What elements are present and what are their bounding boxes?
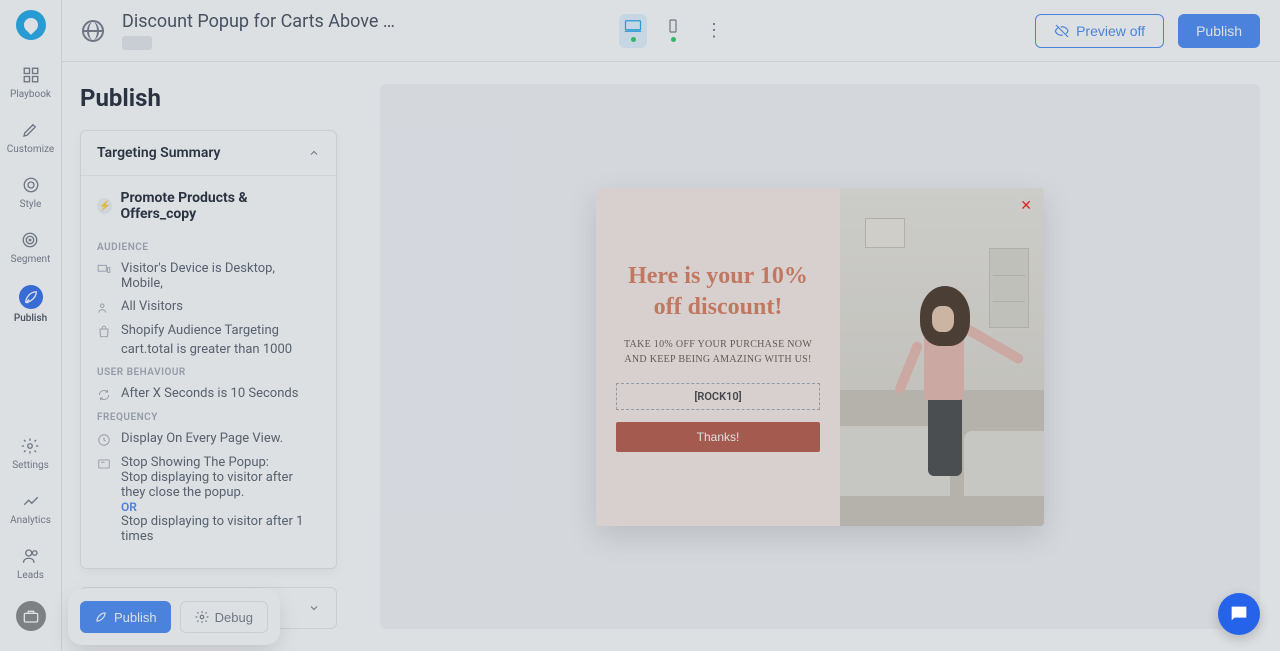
rail-customize[interactable]: Customize: [7, 120, 54, 155]
popup-content: Here is your 10% off discount! Take 10% …: [596, 188, 840, 526]
promo-name: Promote Products & Offers_copy: [120, 190, 320, 222]
or-label: OR: [121, 500, 320, 514]
chat-fab[interactable]: [1218, 593, 1260, 635]
publish-panel: Publish Targeting Summary ⚡ Promote Prod…: [62, 62, 355, 651]
popup-title: Here is your 10% off discount!: [616, 261, 820, 323]
promo-row: ⚡ Promote Products & Offers_copy: [97, 176, 320, 232]
audience-shopify-line: Shopify Audience Targeting cart.total is…: [97, 323, 320, 357]
rail-label: Segment: [11, 254, 51, 265]
popup-subtitle: Take 10% off your purchase now and keep …: [616, 337, 820, 367]
grid-icon: [21, 65, 41, 85]
device-switcher: ⋮: [619, 14, 723, 48]
app-logo[interactable]: [16, 10, 46, 40]
top-bar: Discount Popup for Carts Above a Sp... ⋮…: [62, 0, 1280, 62]
gear-icon: [20, 436, 40, 456]
preview-off-button[interactable]: Preview off: [1035, 14, 1164, 48]
palette-icon: [21, 175, 41, 195]
audience-device-line: Visitor's Device is Desktop, Mobile,: [97, 261, 320, 291]
title-status: [122, 36, 152, 50]
publish-button-top[interactable]: Publish: [1178, 14, 1260, 48]
frequency-display-line: Display On Every Page View.: [97, 431, 320, 447]
debug-button[interactable]: Debug: [180, 601, 268, 633]
line-text: After X Seconds is 10 Seconds: [121, 386, 298, 401]
clock-icon: [97, 433, 111, 447]
rail-style[interactable]: Style: [20, 175, 42, 210]
frequency-stop-line: Stop Showing The Popup: Stop displaying …: [97, 455, 320, 544]
device-desktop[interactable]: [619, 14, 647, 48]
target-icon: [20, 230, 40, 250]
rail-leads[interactable]: Leads: [17, 546, 44, 581]
line-sub: Stop displaying to visitor after 1 times: [121, 514, 320, 544]
users-icon: [97, 301, 111, 315]
chevron-up-icon: [308, 147, 320, 159]
devices-icon: [97, 263, 111, 277]
rail-playbook[interactable]: Playbook: [10, 65, 51, 100]
status-dot: [631, 37, 636, 42]
line-text: Display On Every Page View.: [121, 431, 283, 446]
rail-segment[interactable]: Segment: [11, 230, 51, 265]
line-text: Visitor's Device is Desktop, Mobile,: [121, 261, 320, 291]
chat-icon: [1228, 603, 1250, 625]
targeting-card: Targeting Summary ⚡ Promote Products & O…: [80, 130, 337, 569]
gear-icon: [195, 610, 209, 624]
globe-icon[interactable]: [82, 20, 104, 42]
rocket-icon: [19, 285, 43, 309]
button-label: Publish: [114, 610, 157, 625]
panel-heading: Publish: [80, 84, 337, 112]
line-text: All Visitors: [121, 299, 183, 314]
popup-close-icon[interactable]: ✕: [1020, 198, 1032, 214]
refresh-icon: [97, 388, 111, 402]
audience-all-line: All Visitors: [97, 299, 320, 315]
button-label: Publish: [1196, 23, 1242, 39]
rail-label: Settings: [12, 460, 49, 471]
chart-icon: [21, 491, 41, 511]
behaviour-after-line: After X Seconds is 10 Seconds: [97, 386, 320, 402]
popup-image: [840, 188, 1044, 526]
line-sub: Stop displaying to visitor after they cl…: [121, 470, 320, 500]
audience-label: AUDIENCE: [97, 242, 320, 253]
rail-analytics[interactable]: Analytics: [10, 491, 51, 526]
rail-label: Playbook: [10, 89, 51, 100]
bottom-publish-bar: Publish Debug: [72, 593, 276, 641]
left-rail: Playbook Customize Style Segment Publish…: [0, 0, 62, 651]
users-icon: [21, 546, 41, 566]
rail-label: Style: [20, 199, 42, 210]
rail-publish[interactable]: Publish: [14, 285, 47, 324]
rail-label: Analytics: [10, 515, 51, 526]
device-mobile[interactable]: [659, 14, 687, 48]
rail-label: Leads: [17, 570, 44, 581]
publish-button-bottom[interactable]: Publish: [80, 601, 171, 633]
preview-canvas: Here is your 10% off discount! Take 10% …: [380, 84, 1260, 629]
line-text: Stop Showing The Popup:: [121, 455, 320, 470]
line-text: Shopify Audience Targeting: [121, 323, 292, 338]
button-label: Debug: [215, 610, 253, 625]
bag-icon: [97, 325, 111, 339]
chevron-down-icon: [308, 602, 320, 614]
popup-code[interactable]: [ROCK10]: [616, 383, 820, 410]
more-menu-icon[interactable]: ⋮: [705, 20, 723, 41]
popup-cta-button[interactable]: Thanks!: [616, 422, 820, 452]
pencil-icon: [20, 120, 40, 140]
rail-label: Publish: [14, 313, 47, 324]
popup-icon: [97, 457, 111, 471]
rail-label: Customize: [7, 144, 54, 155]
page-title: Discount Popup for Carts Above a Sp...: [122, 11, 402, 32]
line-sub: cart.total is greater than 1000: [121, 342, 292, 357]
bolt-icon: ⚡: [97, 198, 112, 214]
rocket-icon: [94, 610, 108, 624]
discount-popup: Here is your 10% off discount! Take 10% …: [596, 188, 1044, 526]
rail-settings[interactable]: Settings: [12, 436, 49, 471]
card-title: Targeting Summary: [97, 145, 220, 161]
button-label: Thanks!: [697, 430, 740, 444]
briefcase-icon[interactable]: [16, 601, 46, 631]
frequency-label: FREQUENCY: [97, 412, 320, 423]
behaviour-label: USER BEHAVIOUR: [97, 367, 320, 378]
button-label: Preview off: [1076, 23, 1145, 39]
status-dot: [671, 37, 676, 42]
targeting-summary-header[interactable]: Targeting Summary: [81, 131, 336, 175]
